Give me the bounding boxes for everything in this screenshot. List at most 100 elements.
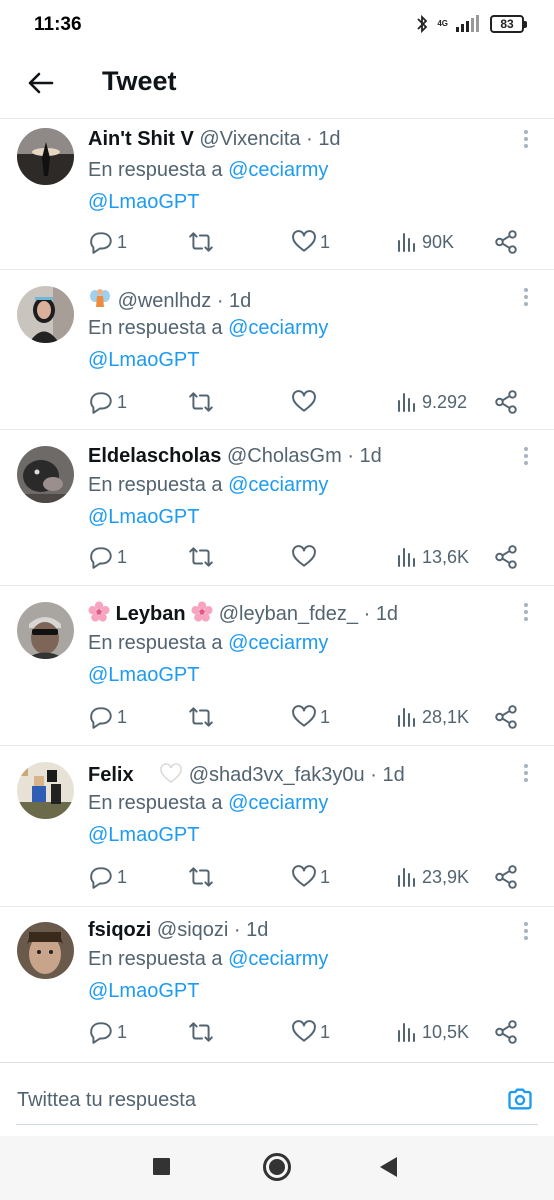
user-handle[interactable]: @leyban_fdez_: [219, 603, 358, 625]
mention-link[interactable]: @LmaoGPT: [88, 506, 199, 529]
mention-link[interactable]: @ceciarmy: [228, 159, 328, 181]
reply-button[interactable]: 1: [88, 1019, 127, 1045]
mention-link[interactable]: @LmaoGPT: [88, 980, 199, 1003]
recents-button[interactable]: [153, 1158, 170, 1175]
views-button[interactable]: 9.292: [395, 389, 467, 415]
avatar[interactable]: [17, 446, 74, 503]
tweet-item[interactable]: fsiqozi @siqozi · 1d En respuesta a @cec…: [0, 906, 554, 1062]
timestamp: 1d: [318, 128, 341, 150]
more-options-icon[interactable]: [523, 447, 529, 468]
views-button[interactable]: 28,1K: [395, 704, 469, 730]
retweet-icon: [189, 1022, 213, 1042]
display-name[interactable]: Leyban: [116, 603, 186, 625]
user-handle[interactable]: @siqozi: [157, 919, 228, 941]
views-button[interactable]: 13,6K: [395, 544, 469, 570]
reply-button[interactable]: 1: [88, 229, 127, 255]
avatar[interactable]: [17, 762, 74, 819]
more-options-icon[interactable]: [523, 922, 529, 943]
retweet-button[interactable]: [188, 229, 217, 255]
share-button[interactable]: [493, 389, 519, 415]
tweet-actions: 1 9.292: [88, 389, 528, 417]
display-name[interactable]: Felix: [88, 764, 134, 786]
tweet-item[interactable]: Leyban @leyban_fdez_ · 1d En respuesta a…: [0, 585, 554, 745]
avatar-image: [17, 128, 74, 185]
heart-icon: [292, 230, 316, 252]
heart-icon: [292, 865, 316, 887]
user-handle[interactable]: @Vixencita: [199, 128, 300, 150]
reply-button[interactable]: 1: [88, 544, 127, 570]
like-count: 1: [320, 706, 331, 727]
more-options-icon[interactable]: [523, 764, 529, 785]
like-button[interactable]: 1: [291, 1019, 330, 1045]
mention-link[interactable]: @LmaoGPT: [88, 191, 199, 214]
like-button[interactable]: 1: [291, 864, 330, 890]
reply-count: 1: [117, 546, 128, 567]
camera-icon[interactable]: [506, 1085, 534, 1113]
reply-input[interactable]: Twittea tu respuesta: [17, 1089, 196, 1112]
more-options-icon[interactable]: [523, 603, 529, 624]
like-count: 1: [320, 1021, 331, 1042]
user-handle[interactable]: @CholasGm: [227, 445, 342, 467]
reply-composer[interactable]: Twittea tu respuesta: [0, 1062, 554, 1136]
avatar[interactable]: [17, 286, 74, 343]
mention-link[interactable]: @ceciarmy: [228, 632, 328, 654]
share-button[interactable]: [493, 1019, 519, 1045]
more-options-icon[interactable]: [523, 288, 529, 309]
separator: ·: [233, 919, 241, 941]
tweet-item[interactable]: Eldelascholas @CholasGm · 1d En respuest…: [0, 429, 554, 585]
back-arrow-icon[interactable]: [24, 67, 56, 99]
like-button[interactable]: [291, 389, 320, 415]
heart-icon: [292, 705, 316, 727]
mention-link[interactable]: @ceciarmy: [228, 317, 328, 339]
avatar[interactable]: [17, 128, 74, 185]
white-heart-icon: [160, 763, 182, 783]
home-button[interactable]: [263, 1153, 291, 1181]
display-name[interactable]: fsiqozi: [88, 919, 151, 941]
back-button[interactable]: [380, 1157, 397, 1177]
retweet-button[interactable]: [188, 544, 217, 570]
reply-button[interactable]: 1: [88, 389, 127, 415]
display-name[interactable]: Ain't Shit V: [88, 128, 194, 150]
views-button[interactable]: 10,5K: [395, 1019, 469, 1045]
retweet-button[interactable]: [188, 1019, 217, 1045]
like-button[interactable]: [291, 544, 320, 570]
reply-button[interactable]: 1: [88, 704, 127, 730]
display-name[interactable]: Eldelascholas: [88, 445, 221, 467]
reply-button[interactable]: 1: [88, 864, 127, 890]
separator: ·: [370, 764, 377, 786]
retweet-button[interactable]: [188, 389, 217, 415]
share-button[interactable]: [493, 229, 519, 255]
tweet-item[interactable]: Ain't Shit V @Vixencita · 1d En respuest…: [0, 118, 554, 269]
mention-link[interactable]: @ceciarmy: [228, 474, 328, 496]
mention-link[interactable]: @LmaoGPT: [88, 824, 199, 847]
avatar-image: [17, 602, 74, 659]
avatar[interactable]: [17, 922, 74, 979]
tweet-item[interactable]: @wenlhdz · 1d En respuesta a @ceciarmy @…: [0, 269, 554, 429]
retweet-button[interactable]: [188, 704, 217, 730]
avatar-image: [17, 446, 74, 503]
reply-count: 1: [117, 231, 128, 252]
user-handle[interactable]: @wenlhdz: [118, 290, 212, 312]
share-button[interactable]: [493, 864, 519, 890]
views-button[interactable]: 23,9K: [395, 864, 469, 890]
more-options-icon[interactable]: [523, 130, 529, 151]
share-button[interactable]: [493, 544, 519, 570]
retweet-icon: [189, 547, 213, 567]
user-handle[interactable]: @shad3vx_fak3y0u: [189, 764, 365, 786]
mention-link[interactable]: @ceciarmy: [228, 948, 328, 970]
mention-link[interactable]: @ceciarmy: [228, 792, 328, 814]
avatar-image: [17, 286, 74, 343]
share-icon: [495, 545, 517, 569]
page-title: Tweet: [102, 66, 177, 96]
retweet-button[interactable]: [188, 864, 217, 890]
like-button[interactable]: 1: [291, 229, 330, 255]
mention-link[interactable]: @LmaoGPT: [88, 349, 199, 372]
like-button[interactable]: 1: [291, 704, 330, 730]
avatar[interactable]: [17, 602, 74, 659]
share-button[interactable]: [493, 704, 519, 730]
tweet-item[interactable]: Felix @shad3vx_fak3y0u · 1d En respuesta…: [0, 745, 554, 906]
views-button[interactable]: 90K: [395, 229, 454, 255]
status-bar: 11:36 4G 83: [0, 0, 554, 52]
views-icon: [398, 868, 415, 887]
mention-link[interactable]: @LmaoGPT: [88, 664, 199, 687]
